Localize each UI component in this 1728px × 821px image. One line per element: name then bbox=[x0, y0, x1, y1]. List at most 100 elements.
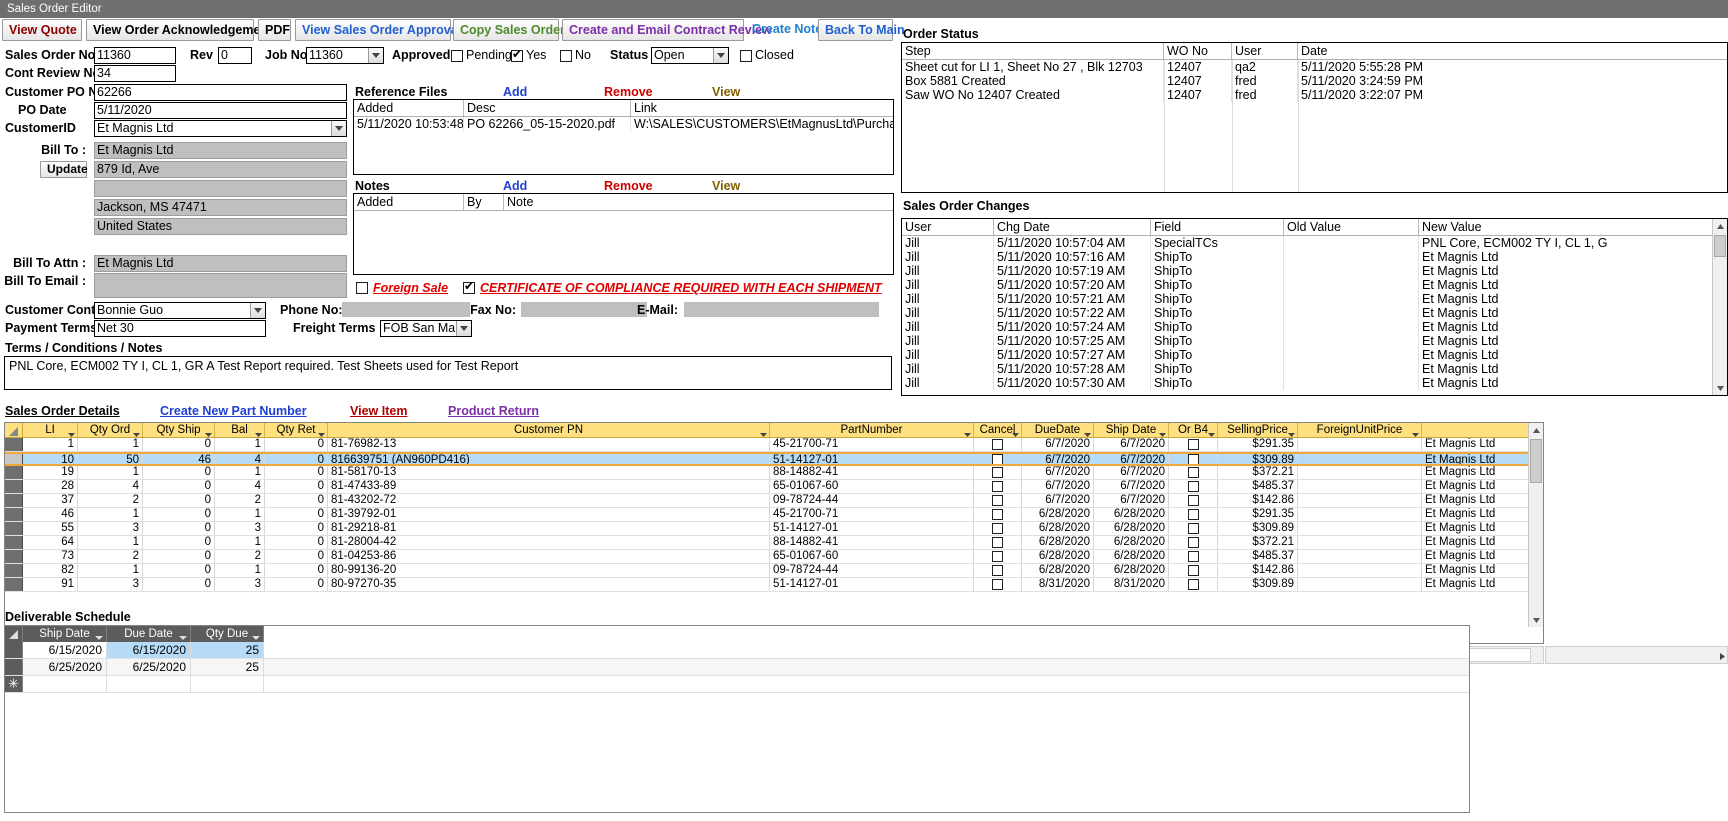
filter-arrow-icon[interactable] bbox=[68, 427, 75, 437]
table-row[interactable]: Jill 5/11/2020 10:57:19 AM ShipTo Et Magnis… bbox=[902, 264, 1727, 278]
cell-empty[interactable] bbox=[107, 676, 191, 692]
cell-empty[interactable] bbox=[191, 676, 264, 692]
cell-or-b4-checkbox[interactable] bbox=[1187, 579, 1199, 590]
foreign-sale-checkbox[interactable] bbox=[356, 282, 368, 294]
table-row[interactable]: 37 2 0 2 0 81-43202-72 09-78724-44 6/7/2020 6/7/… bbox=[5, 494, 1543, 508]
cell-or-b4-checkbox[interactable] bbox=[1187, 551, 1199, 562]
col-ship-date[interactable]: Ship Date bbox=[23, 626, 107, 642]
cont-review-no-field[interactable]: 34 bbox=[94, 65, 176, 82]
row-selector[interactable] bbox=[5, 564, 23, 577]
table-row[interactable]: Box 5881 Created 12407 fred 5/11/2020 3:… bbox=[902, 74, 1727, 88]
table-row[interactable]: Jill 5/11/2020 10:57:28 AM ShipTo Et Magnis… bbox=[902, 362, 1727, 376]
reference-files-remove-link[interactable]: Remove bbox=[604, 85, 653, 99]
cell-or-b4-checkbox[interactable] bbox=[1187, 565, 1199, 576]
bill-to-line-3[interactable] bbox=[94, 180, 347, 197]
cell-cancel-checkbox[interactable] bbox=[992, 579, 1003, 590]
row-selector[interactable] bbox=[5, 494, 23, 507]
table-row[interactable]: 55 3 0 3 0 81-29218-81 51-14127-01 6/28/2020 6/2… bbox=[5, 522, 1543, 536]
bill-to-line-4[interactable]: Jackson, MS 47471 bbox=[94, 199, 347, 216]
scroll-up-icon[interactable] bbox=[1713, 219, 1727, 233]
row-selector[interactable] bbox=[5, 550, 23, 563]
view-sales-order-approval-button[interactable]: View Sales Order Approval bbox=[295, 19, 461, 41]
product-return-link[interactable]: Product Return bbox=[448, 404, 539, 418]
closed-checkbox[interactable] bbox=[740, 50, 752, 62]
filter-arrow-icon[interactable] bbox=[133, 427, 140, 437]
payment-terms-field[interactable]: Net 30 bbox=[94, 320, 266, 337]
table-row[interactable]: Jill 5/11/2020 10:57:25 AM ShipTo Et Magnis… bbox=[902, 334, 1727, 348]
no-checkbox[interactable] bbox=[560, 50, 572, 62]
row-selector[interactable] bbox=[5, 536, 23, 549]
reference-files-view-link[interactable]: View bbox=[712, 85, 740, 99]
phone-no-field[interactable] bbox=[342, 302, 470, 317]
scroll-right-icon[interactable] bbox=[1720, 649, 1725, 663]
outer-scroll-region[interactable] bbox=[1545, 646, 1728, 664]
chevron-down-icon[interactable] bbox=[250, 303, 265, 318]
filter-arrow-icon[interactable] bbox=[1208, 427, 1215, 437]
cell-cancel-checkbox[interactable] bbox=[992, 495, 1003, 506]
table-row[interactable]: 46 1 0 1 0 81-39792-01 45-21700-71 6/28/2020 6/2… bbox=[5, 508, 1543, 522]
cell-or-b4-checkbox[interactable] bbox=[1187, 481, 1199, 492]
back-to-main-button[interactable]: Back To Main bbox=[818, 19, 905, 41]
row-selector[interactable] bbox=[5, 508, 23, 521]
filter-arrow-icon[interactable] bbox=[318, 427, 325, 437]
table-row[interactable]: 6/15/2020 6/15/2020 25 bbox=[5, 642, 1469, 659]
table-row[interactable]: Saw WO No 12407 Created 12407 fred 5/11/… bbox=[902, 88, 1727, 102]
notes-remove-link[interactable]: Remove bbox=[604, 179, 653, 193]
select-all-corner[interactable] bbox=[5, 423, 23, 437]
col-foreignunitprice[interactable]: ForeignUnitPrice bbox=[1298, 423, 1422, 437]
row-selector[interactable] bbox=[5, 454, 23, 464]
col-qty-ship[interactable]: Qty Ship bbox=[143, 423, 215, 437]
table-row[interactable]: Jill 5/11/2020 10:57:16 AM ShipTo Et Magnis… bbox=[902, 250, 1727, 264]
cell-cancel-checkbox[interactable] bbox=[992, 467, 1003, 478]
cell-or-b4-checkbox[interactable] bbox=[1187, 537, 1199, 548]
cell-cancel-checkbox[interactable] bbox=[992, 537, 1003, 548]
new-record-marker[interactable]: ✳ bbox=[5, 676, 23, 692]
row-selector[interactable] bbox=[5, 438, 23, 451]
create-and-email-contract-review-button[interactable]: Create and Email Contract Review bbox=[562, 19, 772, 41]
cell-cancel-checkbox[interactable] bbox=[992, 551, 1003, 562]
rev-field[interactable]: 0 bbox=[218, 47, 252, 64]
copy-sales-order-button[interactable]: Copy Sales Order bbox=[453, 19, 565, 41]
col-bal[interactable]: Bal bbox=[215, 423, 265, 437]
table-row[interactable]: 19 1 0 1 0 81-58170-13 88-14882-41 6/7/2020 6/7/… bbox=[5, 466, 1543, 480]
sales-order-changes-grid[interactable]: User Chg Date Field Old Value New Value … bbox=[901, 218, 1728, 396]
fax-no-field[interactable] bbox=[521, 302, 647, 317]
chevron-down-icon[interactable] bbox=[456, 321, 471, 336]
filter-arrow-icon[interactable] bbox=[252, 630, 260, 645]
bill-to-email-field[interactable] bbox=[94, 273, 347, 298]
col-due-date[interactable]: Due Date bbox=[107, 626, 191, 642]
select-all-corner[interactable] bbox=[5, 626, 23, 642]
row-selector[interactable] bbox=[5, 522, 23, 535]
reference-files-add-link[interactable]: Add bbox=[503, 85, 527, 99]
freight-terms-combo[interactable]: FOB San Marcos, CA bbox=[380, 320, 472, 337]
row-selector[interactable] bbox=[5, 466, 23, 479]
table-row[interactable]: Jill 5/11/2020 10:57:27 AM ShipTo Et Magnis… bbox=[902, 348, 1727, 362]
view-item-link[interactable]: View Item bbox=[350, 404, 407, 418]
cell-or-b4-checkbox[interactable] bbox=[1187, 454, 1199, 464]
filter-arrow-icon[interactable] bbox=[255, 427, 262, 437]
customer-id-combo[interactable]: Et Magnis Ltd bbox=[94, 120, 347, 137]
col-or-b4[interactable]: Or B4 bbox=[1169, 423, 1218, 437]
cell-cancel-checkbox[interactable] bbox=[992, 509, 1003, 520]
po-date-field[interactable]: 5/11/2020 bbox=[94, 102, 347, 119]
col-duedate[interactable]: DueDate bbox=[1022, 423, 1094, 437]
view-order-acknowledgement-button[interactable]: View Order Acknowledgement bbox=[86, 19, 272, 41]
row-selector[interactable] bbox=[5, 659, 23, 675]
cell-or-b4-checkbox[interactable] bbox=[1187, 495, 1199, 506]
row-selector[interactable] bbox=[5, 578, 23, 591]
table-row[interactable]: 5/11/2020 10:53:48 PO 62266_05-15-2020.p… bbox=[354, 117, 893, 131]
cell-cancel-checkbox[interactable] bbox=[992, 523, 1003, 534]
email-field[interactable] bbox=[684, 302, 879, 317]
table-row[interactable]: 6/25/2020 6/25/2020 25 bbox=[5, 659, 1469, 676]
notes-add-link[interactable]: Add bbox=[503, 179, 527, 193]
table-row[interactable]: 10 50 46 4 0 816639751 (AN960PD416) 51-14127-0… bbox=[5, 452, 1543, 466]
table-row[interactable]: Sheet cut for LI 1, Sheet No 27 , Blk 12… bbox=[902, 60, 1727, 74]
update-button[interactable]: Update bbox=[40, 161, 88, 178]
table-row[interactable]: 64 1 0 1 0 81-28004-42 88-14882-41 6/28/2020 6/2… bbox=[5, 536, 1543, 550]
order-status-grid[interactable]: Step WO No User Date Sheet cut for LI 1,… bbox=[901, 42, 1728, 193]
scroll-down-icon[interactable] bbox=[1713, 381, 1727, 395]
cell-cancel-checkbox[interactable] bbox=[992, 565, 1003, 576]
bill-to-line-5[interactable]: United States bbox=[94, 218, 347, 235]
filter-arrow-icon[interactable] bbox=[205, 427, 212, 437]
filter-arrow-icon[interactable] bbox=[179, 630, 187, 645]
